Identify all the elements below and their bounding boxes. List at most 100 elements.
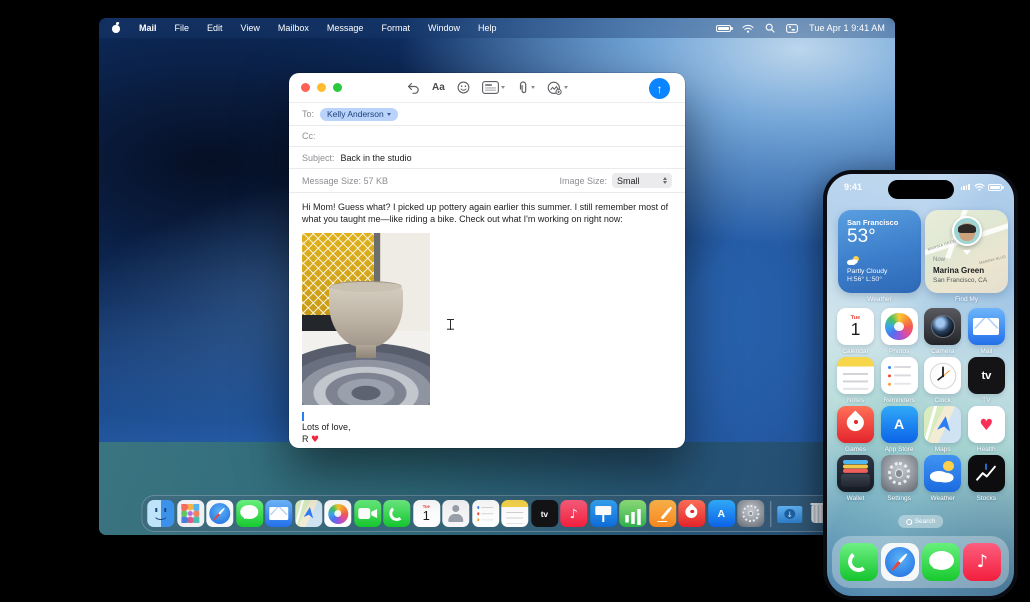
spotlight-search-pill[interactable]: Search [897,515,944,528]
dock-settings-icon[interactable] [737,500,765,527]
photos-app-icon[interactable] [880,308,918,345]
weather-widget[interactable]: San Francisco 53° Partly Cloudy H:56° L:… [838,210,921,293]
app-app-store[interactable]: A App Store [880,406,918,455]
dock-safari-icon[interactable] [880,543,919,581]
menu-item-mailbox[interactable]: Mailbox [269,18,318,38]
app-camera[interactable]: Camera [924,308,962,357]
menu-item-window[interactable]: Window [419,18,469,38]
dock-mail-icon[interactable] [265,500,293,527]
home-screen-app-grid: Tue 1 Calendar Photos Camera Mail Notes … [837,308,1005,504]
menu-item-edit[interactable]: Edit [198,18,232,38]
dock-keynote-icon[interactable] [589,500,617,527]
menu-item-view[interactable]: View [232,18,269,38]
dock-finder-icon[interactable] [147,500,175,527]
app-wallet[interactable]: Wallet [837,455,874,504]
reminders-app-icon[interactable] [880,357,918,394]
findmy-widget[interactable]: MARINA GREEN DR MARINA BLVD Now Marina G… [925,210,1008,293]
to-field[interactable]: To: Kelly Anderson [289,103,685,126]
message-body[interactable]: Hi Mom! Guess what? I picked up pottery … [289,193,685,446]
maps-app-icon[interactable] [924,406,962,443]
app-stocks[interactable]: Stocks [967,455,1005,504]
weather-app-icon[interactable] [924,455,962,492]
dock-messages-icon[interactable] [922,543,961,581]
stocks-app-icon[interactable] [967,455,1005,492]
health-app-icon[interactable]: ♥ [967,406,1005,443]
format-icon[interactable]: Aa [432,82,445,93]
cellular-signal-icon [960,183,970,191]
menu-item-file[interactable]: File [166,18,199,38]
app-games[interactable]: Games [837,406,874,455]
dock-games-icon[interactable] [678,500,706,527]
app-clock[interactable]: Clock [924,357,962,406]
calendar-app-icon[interactable]: Tue 1 [837,308,874,345]
menu-item-format[interactable]: Format [372,18,419,38]
dock-safari-icon[interactable] [206,500,234,527]
findmy-place: Marina Green [933,266,985,275]
menu-item-message[interactable]: Message [318,18,373,38]
app-weather[interactable]: Weather [924,455,962,504]
attachment-icon[interactable] [517,80,535,95]
dock-calendar-icon[interactable]: Tue 1 [412,500,440,527]
pottery-photo-attachment[interactable] [302,232,430,405]
undo-icon[interactable] [407,82,420,94]
notes-app-icon[interactable] [837,357,874,394]
games-app-icon[interactable] [837,406,874,443]
weather-hi-lo: H:56° L:50° [847,275,882,283]
dock-photos-icon[interactable] [324,500,352,527]
dock-music-icon[interactable]: ♪ [963,543,1002,581]
app-calendar[interactable]: Tue 1 Calendar [837,308,874,357]
image-size-group: Image Size: Small [559,173,672,188]
zoom-button[interactable] [333,83,342,92]
dock-notes-icon[interactable] [501,500,529,527]
apple-menu-icon[interactable] [111,23,121,34]
battery-icon[interactable] [716,24,734,32]
dock-maps-icon[interactable] [294,500,322,527]
image-size-select[interactable]: Small [612,173,672,188]
dock-pages-icon[interactable] [648,500,676,527]
header-style-icon[interactable] [481,81,505,94]
search-icon[interactable] [765,23,775,33]
dock-tv-icon[interactable]: tv [530,500,558,527]
settings-app-icon[interactable] [880,455,918,492]
app-mail[interactable]: Mail [967,308,1005,357]
wifi-icon[interactable] [742,24,754,33]
app-notes[interactable]: Notes [837,357,874,406]
app-maps[interactable]: Maps [924,406,962,455]
camera-app-icon[interactable] [924,308,962,345]
app-store-app-icon[interactable]: A [880,406,918,443]
menu-item-mail[interactable]: Mail [130,18,166,38]
app-reminders[interactable]: Reminders [880,357,918,406]
dock-launchpad-icon[interactable] [176,500,204,527]
iphone-dock: ♪ [832,536,1009,588]
send-button[interactable]: ↑ [649,78,670,99]
recipient-pill[interactable]: Kelly Anderson [320,107,398,121]
dock-music-icon[interactable]: ♪ [560,500,588,527]
clock-app-icon[interactable] [924,357,962,394]
app-photos[interactable]: Photos [880,308,918,357]
wallet-app-icon[interactable] [837,455,874,492]
dock-contacts-icon[interactable] [442,500,470,527]
dock-messages-icon[interactable] [235,500,263,527]
dock-reminders-icon[interactable] [471,500,499,527]
dock-phone-icon[interactable] [383,500,411,527]
insert-photo-icon[interactable] [547,81,568,95]
cc-field[interactable]: Cc: [289,126,685,147]
minimize-button[interactable] [317,83,326,92]
control-center-icon[interactable] [786,23,798,33]
dock-phone-icon[interactable] [839,543,878,581]
search-icon [905,518,912,525]
dock-app-store-icon[interactable]: A [707,500,735,527]
emoji-icon[interactable] [457,81,470,94]
dock-facetime-icon[interactable] [353,500,381,527]
app-settings[interactable]: Settings [880,455,918,504]
close-button[interactable] [301,83,310,92]
app-health[interactable]: ♥ Health [967,406,1005,455]
menu-clock[interactable]: Tue Apr 1 9:41 AM [809,23,885,33]
app-tv[interactable]: tv TV [967,357,1005,406]
mail-app-icon[interactable] [967,308,1005,345]
dock-downloads-icon[interactable]: ↓ [776,500,803,527]
subject-field[interactable]: Subject: Back in the studio [289,147,685,169]
dock-numbers-icon[interactable] [619,500,647,527]
tv-app-icon[interactable]: tv [967,357,1005,394]
menu-item-help[interactable]: Help [469,18,506,38]
